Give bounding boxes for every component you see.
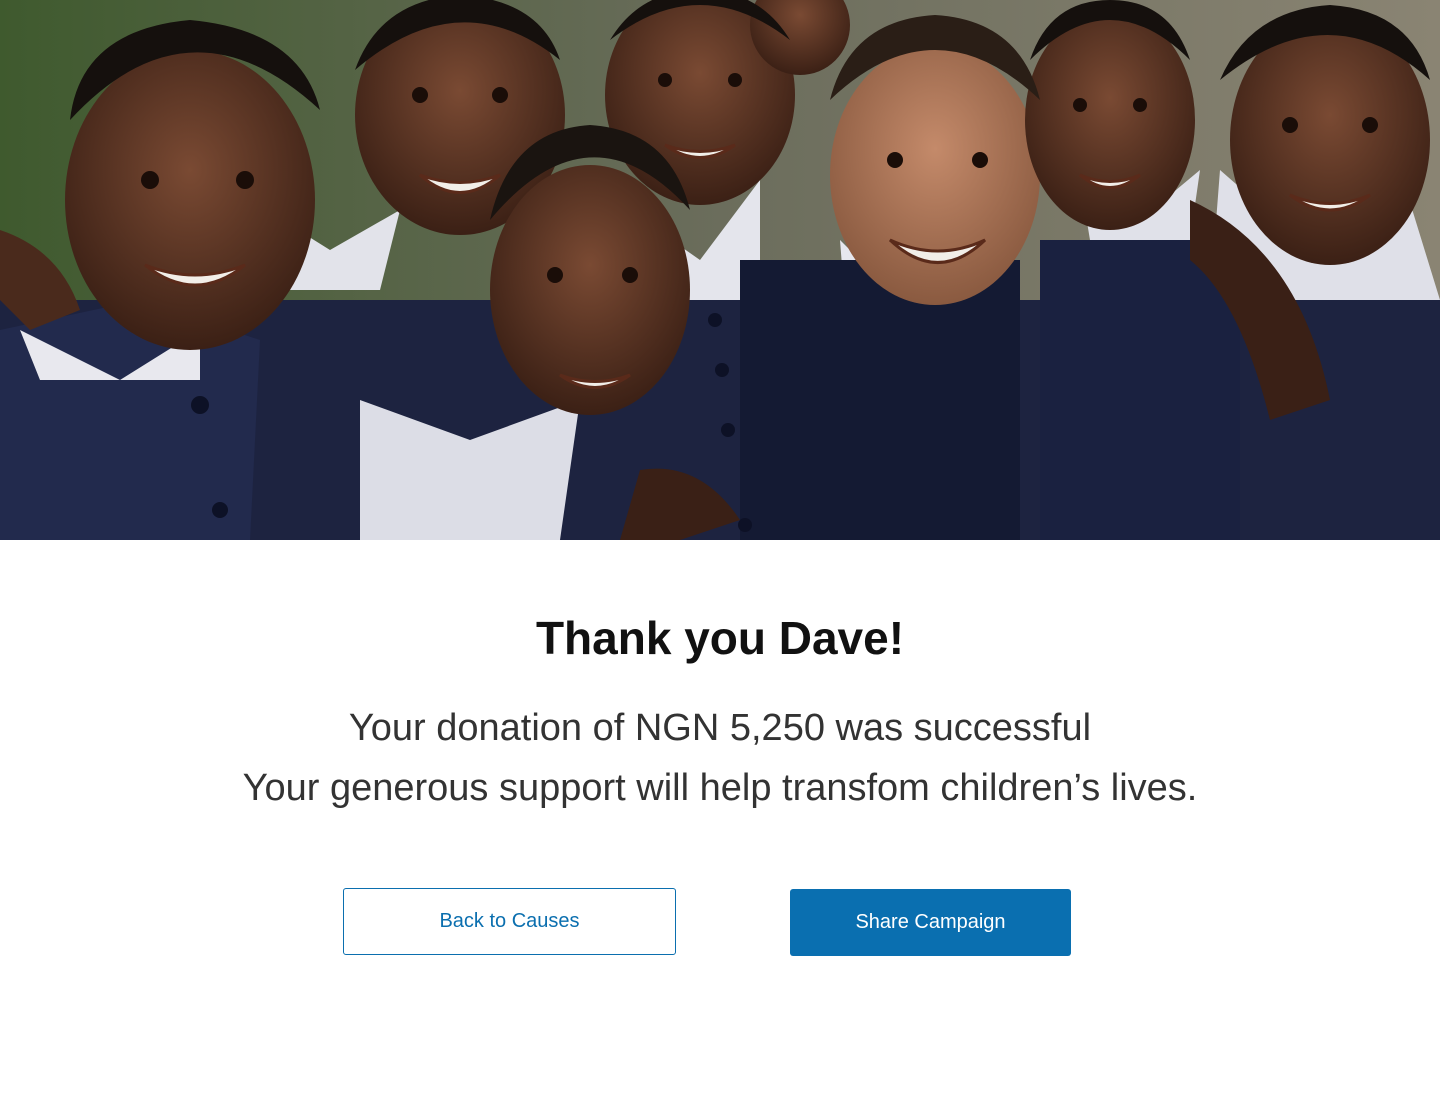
share-campaign-button[interactable]: Share Campaign	[790, 889, 1071, 956]
share-campaign-label: Share Campaign	[855, 911, 1006, 933]
donation-success-text: Your donation of NGN 5,250 was successfu…	[348, 707, 1092, 749]
back-to-causes-label: Back to Causes	[439, 910, 580, 932]
hero-image	[0, 0, 1440, 540]
confirmation-message: Your donation of NGN 5,250 was successfu…	[0, 698, 1440, 818]
hero-photo	[0, 0, 1440, 540]
donation-success-page: Thank you Dave! Your donation of NGN 5,2…	[0, 0, 1440, 1096]
thank-you-heading: Thank you Dave!	[535, 612, 905, 664]
impact-text: Your generous support will help transfom…	[242, 767, 1198, 809]
back-to-causes-button[interactable]: Back to Causes	[343, 888, 676, 955]
